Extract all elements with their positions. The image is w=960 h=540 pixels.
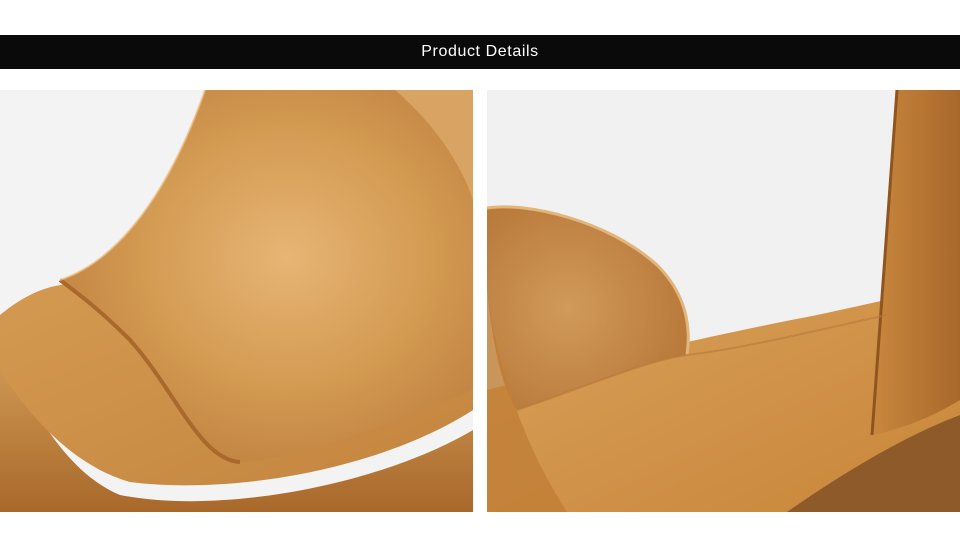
photo-toe-strap (0, 90, 473, 512)
banner-title: Product Details (421, 43, 539, 60)
toe-strap-illustration (0, 90, 473, 512)
product-details-banner: Product Details (0, 35, 960, 69)
photo-heel-insole (487, 90, 960, 512)
heel-insole-illustration (487, 90, 960, 512)
